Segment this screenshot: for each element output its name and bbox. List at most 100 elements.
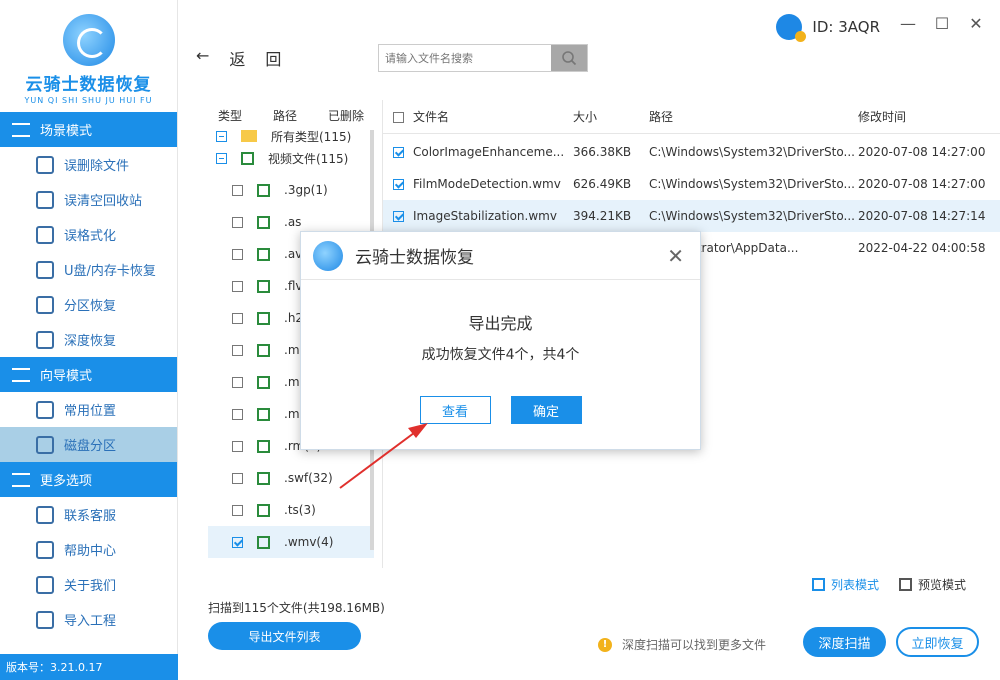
video-file-icon bbox=[257, 215, 270, 229]
cell-size: 626.49KB bbox=[573, 177, 632, 191]
tree-checkbox[interactable] bbox=[216, 152, 227, 164]
video-file-icon bbox=[257, 279, 270, 293]
deep-scan-button[interactable]: 深度扫描 bbox=[803, 627, 886, 657]
tree-checkbox[interactable] bbox=[232, 344, 243, 356]
minimize-icon[interactable]: — bbox=[900, 14, 916, 33]
header-time[interactable]: 修改时间 bbox=[858, 100, 906, 134]
tree-checkbox[interactable] bbox=[232, 472, 243, 484]
tab-type[interactable]: 类型 bbox=[218, 107, 242, 124]
dialog-header: 云骑士数据恢复 ✕ bbox=[301, 232, 700, 280]
app-title: 云骑士数据恢复 bbox=[25, 75, 152, 95]
sidebar-item-2-1[interactable]: 帮助中心 bbox=[0, 532, 177, 567]
sidebar-section-1: 向导模式 bbox=[0, 357, 177, 392]
dialog-close-icon[interactable]: ✕ bbox=[667, 244, 684, 268]
cell-path: C:\Windows\System32\DriverSto... bbox=[649, 209, 855, 223]
close-icon[interactable]: ✕ bbox=[968, 14, 984, 33]
deep-scan-tip: ! 深度扫描可以找到更多文件 bbox=[598, 636, 766, 653]
cell-size: 394.21KB bbox=[573, 209, 632, 223]
sidebar-item-label: 误格式化 bbox=[64, 229, 117, 244]
tree-checkbox[interactable] bbox=[216, 130, 227, 142]
sidebar-item-0-4[interactable]: 分区恢复 bbox=[0, 287, 177, 322]
disk-icon bbox=[36, 435, 54, 454]
header-name[interactable]: 文件名 bbox=[413, 100, 449, 134]
user-info[interactable]: ID: 3AQR bbox=[776, 14, 880, 42]
cell-time: 2022-04-22 04:00:58 bbox=[858, 241, 986, 255]
sidebar-item-label: 误清空回收站 bbox=[64, 194, 143, 209]
user-avatar-icon[interactable] bbox=[776, 14, 807, 42]
deep-recover-icon bbox=[36, 330, 54, 349]
search-input[interactable] bbox=[379, 45, 551, 71]
header-size[interactable]: 大小 bbox=[573, 100, 597, 134]
tree-checkbox[interactable] bbox=[232, 216, 243, 228]
video-file-icon bbox=[257, 311, 270, 325]
sidebar-item-0-0[interactable]: 误删除文件 bbox=[0, 147, 177, 182]
guide-icon bbox=[12, 367, 30, 382]
sidebar-item-2-2[interactable]: 关于我们 bbox=[0, 567, 177, 602]
sidebar-item-label: 磁盘分区 bbox=[64, 439, 117, 454]
sidebar-item-2-0[interactable]: 联系客服 bbox=[0, 497, 177, 532]
partition-icon bbox=[36, 295, 54, 314]
tree-tabs: 类型 路径 已删除 bbox=[208, 100, 374, 130]
windows-icon bbox=[36, 400, 54, 419]
tree-checkbox[interactable] bbox=[232, 280, 243, 292]
search-box bbox=[378, 44, 588, 72]
version-label: 版本号：3.21.0.17 bbox=[0, 654, 178, 680]
sidebar-item-label: U盘/内存卡恢复 bbox=[64, 264, 156, 279]
tree-checkbox[interactable] bbox=[232, 312, 243, 324]
sidebar-item-0-1[interactable]: 误清空回收站 bbox=[0, 182, 177, 217]
tree-row-label: .swf(32) bbox=[284, 471, 333, 485]
sidebar-item-1-1[interactable]: 磁盘分区 bbox=[0, 427, 177, 462]
tree-checkbox[interactable] bbox=[232, 408, 243, 420]
tree-checkbox[interactable] bbox=[232, 504, 243, 516]
tab-deleted[interactable]: 已删除 bbox=[328, 107, 364, 124]
table-row[interactable]: ImageStabilization.wmv 394.21KB C:\Windows… bbox=[383, 200, 1000, 232]
maximize-icon[interactable]: ☐ bbox=[934, 14, 950, 33]
tree-row[interactable]: 所有类型(115) bbox=[208, 130, 374, 144]
tree-row-label: 视频文件(115) bbox=[268, 151, 349, 166]
back-arrow-icon: ← bbox=[196, 46, 210, 65]
tab-path[interactable]: 路径 bbox=[273, 107, 297, 124]
sidebar-item-label: 导入工程 bbox=[64, 614, 117, 629]
table-row[interactable]: ColorImageEnhanceme... 366.38KB C:\Windows… bbox=[383, 136, 1000, 168]
sidebar-item-0-3[interactable]: U盘/内存卡恢复 bbox=[0, 252, 177, 287]
header-path[interactable]: 路径 bbox=[649, 100, 673, 134]
tree-checkbox[interactable] bbox=[232, 184, 243, 196]
app-subtitle: YUN QI SHI SHU JU HUI FU bbox=[24, 96, 153, 105]
tree-row[interactable]: .3gp(1) bbox=[208, 174, 374, 206]
preview-mode-button[interactable]: 预览模式 bbox=[898, 576, 966, 593]
tree-row[interactable]: 视频文件(115) bbox=[208, 142, 374, 174]
tree-row-label: .m bbox=[284, 343, 300, 357]
sidebar-section-0: 场景模式 bbox=[0, 112, 177, 147]
tree-row[interactable]: .swf(32) bbox=[208, 462, 374, 494]
scene-icon bbox=[12, 122, 30, 137]
sidebar-item-0-5[interactable]: 深度恢复 bbox=[0, 322, 177, 357]
sidebar-section-title: 更多选项 bbox=[40, 474, 93, 489]
sidebar-item-label: 分区恢复 bbox=[64, 299, 117, 314]
tree-checkbox[interactable] bbox=[232, 248, 243, 260]
back-button[interactable]: ← 返 回 bbox=[196, 46, 281, 70]
table-row[interactable]: FilmModeDetection.wmv 626.49KB C:\Windows\… bbox=[383, 168, 1000, 200]
ok-button[interactable]: 确定 bbox=[510, 396, 582, 424]
sidebar-item-2-3[interactable]: 导入工程 bbox=[0, 602, 177, 637]
usb-icon bbox=[36, 260, 54, 279]
export-list-button[interactable]: 导出文件列表 bbox=[208, 622, 361, 650]
tree-checkbox[interactable] bbox=[232, 376, 243, 388]
tree-row[interactable]: .ts(3) bbox=[208, 494, 374, 526]
app-logo: 云骑士数据恢复 YUN QI SHI SHU JU HUI FU bbox=[0, 0, 177, 112]
list-mode-button[interactable]: 列表模式 bbox=[811, 576, 879, 593]
tree-row-label: 所有类型(115) bbox=[271, 130, 352, 144]
sidebar-item-0-2[interactable]: 误格式化 bbox=[0, 217, 177, 252]
tree-row[interactable]: .wmv(4) bbox=[208, 526, 374, 558]
phone-icon bbox=[36, 505, 54, 524]
cell-time: 2020-07-08 14:27:00 bbox=[858, 177, 986, 191]
recover-now-button[interactable]: 立即恢复 bbox=[896, 627, 979, 657]
cell-path: C:\Windows\System32\DriverSto... bbox=[649, 177, 855, 191]
tree-checkbox[interactable] bbox=[232, 536, 243, 548]
search-button[interactable] bbox=[551, 45, 587, 71]
sidebar-section-title: 场景模式 bbox=[40, 124, 93, 139]
tree-row-label: .as bbox=[284, 215, 302, 229]
video-file-icon bbox=[257, 375, 270, 389]
tree-checkbox[interactable] bbox=[232, 440, 243, 452]
view-button[interactable]: 查看 bbox=[419, 396, 491, 424]
sidebar-item-1-0[interactable]: 常用位置 bbox=[0, 392, 177, 427]
